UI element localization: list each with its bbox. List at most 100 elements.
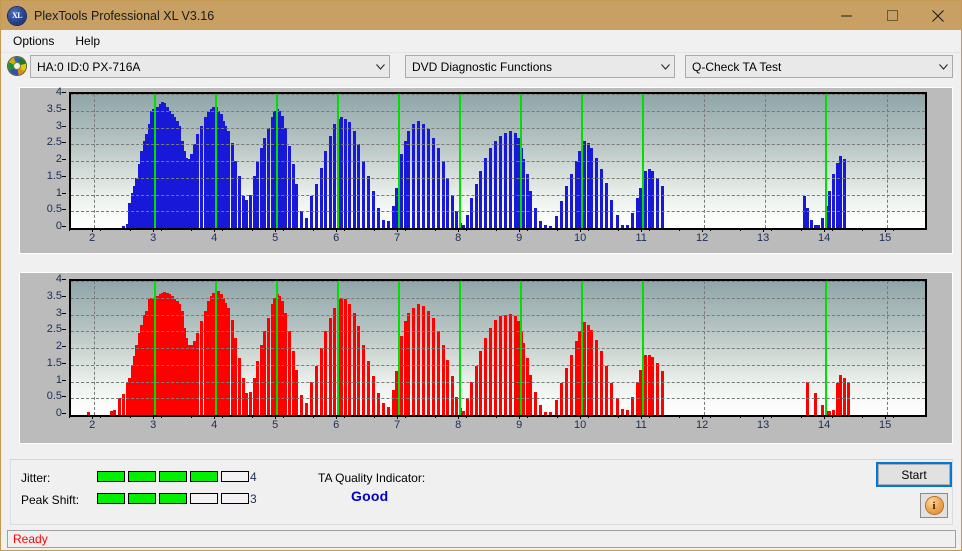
x-axis-minor-tick <box>648 415 650 418</box>
chart-bar <box>245 199 249 228</box>
chart-bar <box>372 191 376 228</box>
peak-shift-chart-panel: 0 0.5 1 1.5 2 2.5 3 3.5 4 2 3 4 5 6 7 8 9 10 11 12 13 14 15 <box>19 272 953 444</box>
y-axis-tick-label: 0.5 <box>46 203 62 216</box>
chart-bar <box>118 397 122 415</box>
speed-marker <box>642 94 645 228</box>
speed-marker <box>825 281 828 415</box>
chart-bar <box>314 366 318 415</box>
chart-bar <box>661 186 665 228</box>
y-axis-tick <box>62 142 66 144</box>
grid-line-vertical <box>704 281 706 415</box>
chart-bar <box>525 174 529 228</box>
y-axis-tick-label: 1.5 <box>46 169 62 182</box>
speed-marker <box>337 94 340 228</box>
chart-bar <box>539 404 543 415</box>
jitter-chart-plot <box>69 92 927 230</box>
chart-bar <box>474 366 478 415</box>
chart-bar <box>821 404 825 415</box>
drive-select[interactable]: HA:0 ID:0 PX-716A <box>30 55 390 78</box>
jitter-label: Jitter: <box>21 471 51 485</box>
y-axis-tick <box>62 312 66 314</box>
info-button[interactable]: i <box>920 493 948 518</box>
speed-marker <box>825 94 828 228</box>
chart-bar <box>466 398 469 415</box>
chart-bar <box>295 369 299 415</box>
x-axis-minor-tick <box>252 228 253 231</box>
x-axis-tick-label: 2 <box>89 232 96 244</box>
chart-bar <box>832 174 835 228</box>
y-axis-tick <box>62 192 66 194</box>
x-axis-tick-label: 5 <box>272 419 279 431</box>
chevron-down-icon <box>372 56 389 77</box>
x-axis-minor-tick <box>709 228 711 231</box>
menu-item-options[interactable]: Options <box>4 32 63 50</box>
chart-bar <box>196 134 200 228</box>
close-button[interactable] <box>915 1 961 30</box>
x-axis-minor-tick <box>526 228 528 231</box>
grid-line <box>71 398 925 400</box>
chart-bar <box>226 130 230 228</box>
y-axis-tick <box>62 329 66 331</box>
chart-bar <box>647 354 651 415</box>
test-select[interactable]: Q-Check TA Test <box>685 55 953 78</box>
x-axis-tick-label: 6 <box>333 419 340 431</box>
peak-shift-value: 3 <box>250 492 257 506</box>
x-axis-tick-label: 12 <box>696 232 709 244</box>
x-axis-minor-tick <box>404 228 406 231</box>
speed-marker <box>581 94 584 228</box>
x-axis-minor-tick <box>99 415 101 418</box>
chart-bar <box>569 174 573 228</box>
ta-quality-label: TA Quality Indicator: <box>318 471 426 485</box>
chart-bar <box>559 201 563 228</box>
y-axis-tick <box>62 379 66 381</box>
x-axis-minor-tick <box>130 415 131 418</box>
drive-select-value: HA:0 ID:0 PX-716A <box>37 59 141 74</box>
menu-item-help[interactable]: Help <box>66 32 109 50</box>
chart-bar <box>828 191 832 228</box>
chart-bar <box>403 140 407 228</box>
y-axis-tick <box>62 209 66 211</box>
x-axis-tick-label: 5 <box>272 232 279 244</box>
x-axis-tick-label: 3 <box>150 419 157 431</box>
chart-bar <box>252 176 256 228</box>
chart-bar <box>539 221 543 228</box>
chart-bar <box>810 219 814 228</box>
chart-bar <box>324 150 328 228</box>
start-button[interactable]: Start <box>876 462 952 487</box>
speed-marker <box>459 281 462 415</box>
x-axis-minor-tick <box>130 228 131 231</box>
x-axis-minor-tick <box>221 415 223 418</box>
chart-bar <box>479 171 483 228</box>
x-axis-tick-label: 13 <box>757 419 770 431</box>
chart-bar <box>256 361 260 415</box>
speed-marker <box>154 94 157 228</box>
chart-bar <box>237 358 241 415</box>
peak-shift-label: Peak Shift: <box>21 493 80 507</box>
ta-quality-value: Good <box>351 488 389 504</box>
y-axis-tick-label: 0.5 <box>46 390 62 403</box>
grid-line-vertical <box>94 94 96 228</box>
maximize-button[interactable] <box>869 1 915 30</box>
chart-bar <box>508 130 512 228</box>
x-axis-minor-tick <box>343 228 345 231</box>
x-axis-tick-label: 4 <box>211 232 218 244</box>
chart-bar <box>304 403 308 415</box>
chart-bar <box>436 331 440 415</box>
y-axis-tick-label: 2.5 <box>46 136 62 149</box>
x-axis-tick-label: 7 <box>394 232 401 244</box>
x-axis-minor-tick <box>557 415 558 418</box>
chart-bar <box>595 339 599 415</box>
x-axis-minor-tick <box>679 415 680 418</box>
y-axis-tick <box>62 108 66 110</box>
function-select[interactable]: DVD Diagnostic Functions <box>405 55 675 78</box>
x-axis-minor-tick <box>160 415 162 418</box>
x-axis-minor-tick <box>496 415 497 418</box>
chart-bar <box>661 371 665 415</box>
toolbar: HA:0 ID:0 PX-716A DVD Diagnostic Functio… <box>1 53 961 81</box>
grid-line <box>71 177 925 179</box>
chart-bar <box>525 358 529 415</box>
chart-bar <box>367 361 371 415</box>
minimize-button[interactable] <box>823 1 869 30</box>
jitter-value: 4 <box>250 470 257 484</box>
x-axis-minor-tick <box>282 228 284 231</box>
